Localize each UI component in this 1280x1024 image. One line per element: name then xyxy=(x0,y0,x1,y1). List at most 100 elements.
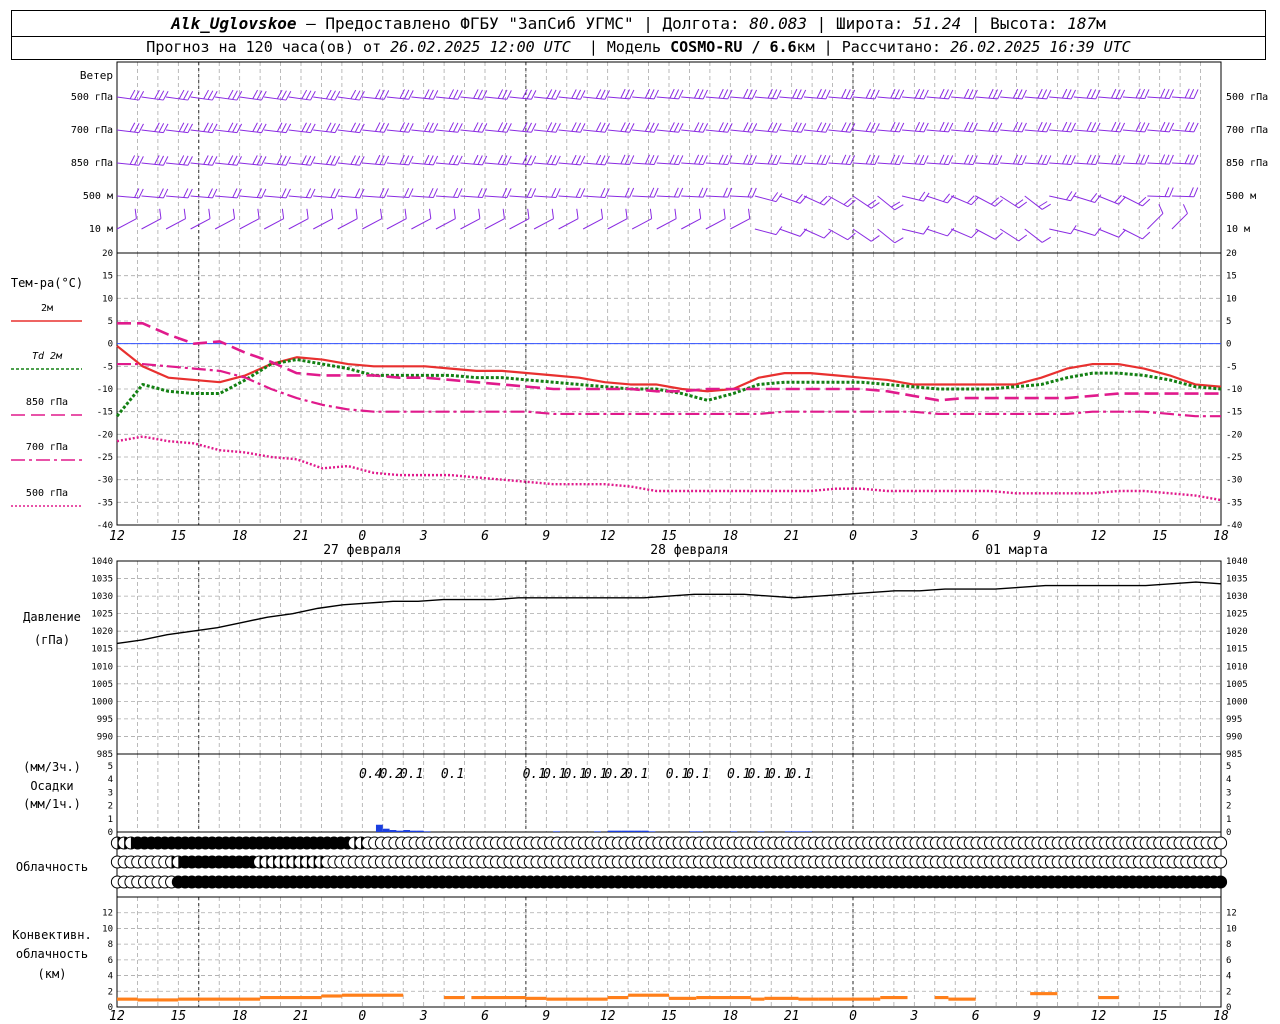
wind-barb-feather xyxy=(874,123,880,133)
wind-barb-feather xyxy=(919,154,925,165)
temp-ytick-right: -15 xyxy=(1226,408,1242,418)
wind-barb-feather xyxy=(432,123,439,133)
x-tick-label: 0 xyxy=(358,529,366,544)
conv-bar xyxy=(341,993,404,997)
x-tick-label-bottom: 21 xyxy=(784,1009,800,1024)
conv-bar xyxy=(948,997,976,1001)
precip-label: Осадки xyxy=(30,779,73,793)
wind-barb-feather xyxy=(943,122,949,132)
wind-barb-feather xyxy=(1115,89,1121,99)
conv-ytick-right: 8 xyxy=(1226,940,1231,950)
wind-barb-feather xyxy=(310,91,316,101)
wind-barb-feather xyxy=(771,154,778,165)
wind-barb-feather xyxy=(816,88,822,99)
wind-barb-feather xyxy=(354,155,361,166)
wind-barb-feather xyxy=(207,155,214,166)
wind-barb xyxy=(803,228,825,239)
wind-barb xyxy=(607,162,630,166)
wind-barb-feather xyxy=(399,154,405,165)
cloud-fill-full xyxy=(1214,876,1227,888)
wind-barb xyxy=(1171,162,1194,165)
wind-barb-feather xyxy=(1115,122,1121,132)
wind-barb-feather xyxy=(1037,88,1043,99)
wind-barb-feather xyxy=(748,208,751,219)
conv-label-1: Конвективн. xyxy=(12,928,91,942)
cloud-circle xyxy=(1214,836,1228,850)
wind-barb-feather xyxy=(203,155,209,165)
wind-barb xyxy=(730,218,750,230)
temp-ytick-right: -35 xyxy=(1226,498,1242,508)
precip-bar xyxy=(784,831,792,832)
wind-barb-feather xyxy=(522,154,528,165)
temp-label: Тем-ра(°C) xyxy=(11,276,83,290)
wind-barb-feather xyxy=(1193,89,1199,99)
wind-barb-feather xyxy=(403,187,410,198)
wind-barb-feather xyxy=(1189,154,1194,165)
wind-barb-feather xyxy=(966,195,975,204)
wind-barb-feather xyxy=(1168,187,1174,197)
conv-ytick-left: 4 xyxy=(108,972,113,982)
precip-bar xyxy=(696,831,704,832)
pressure-ytick-right: 1010 xyxy=(1226,662,1248,672)
wind-barb-feather xyxy=(375,122,381,132)
wind-barb xyxy=(705,195,728,198)
wind-barb-feather xyxy=(649,89,655,99)
conv-bar xyxy=(628,993,649,997)
x-tick-label: 3 xyxy=(909,529,918,544)
precip-ytick-right: 0 xyxy=(1226,828,1231,838)
wind-barb-feather xyxy=(1041,122,1048,132)
wind-barb xyxy=(803,162,826,166)
wind-barb-feather xyxy=(158,90,165,100)
wind-barb-feather xyxy=(1066,122,1072,132)
wind-barb-feather xyxy=(546,122,553,132)
wind-barb-feather xyxy=(379,155,385,165)
wind-barb xyxy=(877,228,895,244)
wind-barb-feather xyxy=(252,155,258,165)
wind-barb-feather xyxy=(555,123,561,133)
wind-barb-feather xyxy=(530,123,537,133)
wind-barb-feather xyxy=(325,122,332,132)
wind-barb-feather xyxy=(1018,201,1028,209)
wind-barb-feather xyxy=(285,123,292,133)
precip-bar xyxy=(798,831,806,832)
conv-ytick-left: 8 xyxy=(108,940,113,950)
conv-bar xyxy=(117,997,138,1001)
wind-barb-feather xyxy=(625,208,628,219)
x-tick-label: 9 xyxy=(542,529,550,544)
wind-barb xyxy=(386,195,409,199)
wind-barb xyxy=(926,228,948,237)
precip-3h-value: 0.1 xyxy=(788,767,811,782)
wind-barb xyxy=(950,228,972,239)
wind-barb-feather xyxy=(867,199,877,207)
wind-barb xyxy=(681,195,704,198)
wind-level-label-right: 850 гПа xyxy=(1226,158,1268,169)
conv-bar xyxy=(546,997,608,1001)
wind-barb-feather xyxy=(988,88,994,99)
x-tick-label-bottom: 15 xyxy=(1152,1009,1168,1024)
wind-barb-feather xyxy=(821,154,827,165)
pressure-ytick-right: 1030 xyxy=(1226,592,1248,602)
wind-barb-feather xyxy=(600,89,606,100)
wind-barb-feather xyxy=(792,88,798,99)
wind-barb-feather xyxy=(129,155,136,165)
wind-barb-feather xyxy=(506,90,512,100)
x-tick-label-bottom: 6 xyxy=(972,1009,980,1024)
wind-barb-feather xyxy=(546,154,553,165)
wind-barb-feather xyxy=(1142,231,1151,240)
wind-barb-feather xyxy=(129,122,136,132)
wind-barb-feather xyxy=(448,122,455,132)
wind-barb-feather xyxy=(359,156,365,166)
precip-ytick-left: 5 xyxy=(108,762,113,772)
x-tick-label-bottom: 9 xyxy=(1033,1009,1041,1024)
wind-barb xyxy=(534,195,557,199)
wind-barb-feather xyxy=(502,187,508,198)
wind-barb-feather xyxy=(330,90,336,100)
wind-barb xyxy=(607,195,630,198)
precip-bar xyxy=(410,830,417,832)
wind-barb-feather xyxy=(208,208,211,219)
x-tick-label: 3 xyxy=(419,529,428,544)
wind-barb-feather xyxy=(399,122,405,132)
temp-ytick-left: 10 xyxy=(102,294,113,304)
conv-bar xyxy=(764,996,799,1000)
wind-barb xyxy=(116,218,137,230)
